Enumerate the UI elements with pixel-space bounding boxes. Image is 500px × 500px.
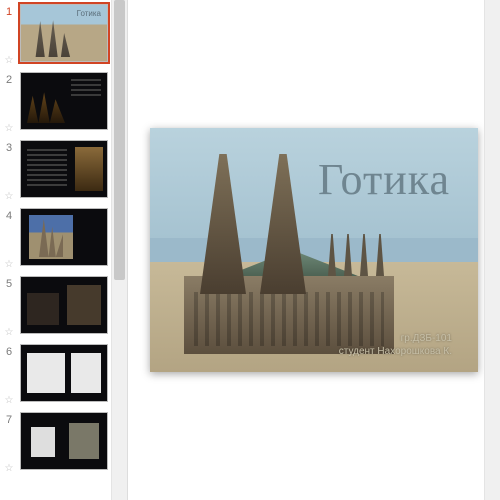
- star-icon: ☆: [5, 464, 14, 474]
- thumbnail-preview[interactable]: [20, 72, 108, 130]
- thumbnail-title: Готика: [77, 9, 101, 18]
- thumbnail-number: 3: [6, 142, 12, 154]
- thumbnail-panel: 1 ☆ Готика 2 ☆ 3 ☆ 4 ☆: [0, 0, 128, 500]
- thumbnail-number: 5: [6, 278, 12, 290]
- thumbnail-number: 4: [6, 210, 12, 222]
- thumbnail-scrollbar[interactable]: [111, 0, 127, 500]
- thumbnail-preview[interactable]: [20, 140, 108, 198]
- star-icon: ☆: [5, 124, 14, 134]
- thumbnail-2[interactable]: 2 ☆: [2, 72, 112, 134]
- star-icon: ☆: [5, 328, 14, 338]
- thumbnail-number: 1: [6, 6, 12, 18]
- thumbnail-number: 2: [6, 74, 12, 86]
- thumbnail-preview[interactable]: [20, 276, 108, 334]
- thumbnail-3[interactable]: 3 ☆: [2, 140, 112, 202]
- star-icon: ☆: [5, 260, 14, 270]
- scrollbar-handle[interactable]: [114, 0, 125, 280]
- star-icon: ☆: [5, 396, 14, 406]
- thumbnail-preview[interactable]: [20, 412, 108, 470]
- slide-subtitle-1: гр.ДЗБ-101: [401, 333, 452, 344]
- stage-scrollbar[interactable]: [484, 0, 500, 500]
- thumbnail-number: 7: [6, 414, 12, 426]
- thumbnail-5[interactable]: 5 ☆: [2, 276, 112, 338]
- thumbnail-1[interactable]: 1 ☆ Готика: [2, 4, 112, 66]
- star-icon: ☆: [5, 192, 14, 202]
- thumbnail-preview[interactable]: Готика: [20, 4, 108, 62]
- thumbnail-7[interactable]: 7 ☆: [2, 412, 112, 474]
- thumbnail-6[interactable]: 6 ☆: [2, 344, 112, 406]
- thumbnail-4[interactable]: 4 ☆: [2, 208, 112, 270]
- thumbnail-preview[interactable]: [20, 208, 108, 266]
- thumbnail-list: 1 ☆ Готика 2 ☆ 3 ☆ 4 ☆: [0, 0, 112, 484]
- thumbnail-preview[interactable]: [20, 344, 108, 402]
- star-icon: ☆: [5, 56, 14, 66]
- thumbnail-number: 6: [6, 346, 12, 358]
- slide-stage: Готика гр.ДЗБ-101 студент Нахорошкова К.: [128, 0, 500, 500]
- slide-title: Готика: [318, 154, 450, 205]
- current-slide[interactable]: Готика гр.ДЗБ-101 студент Нахорошкова К.: [150, 128, 478, 372]
- slide-subtitle-2: студент Нахорошкова К.: [339, 346, 452, 357]
